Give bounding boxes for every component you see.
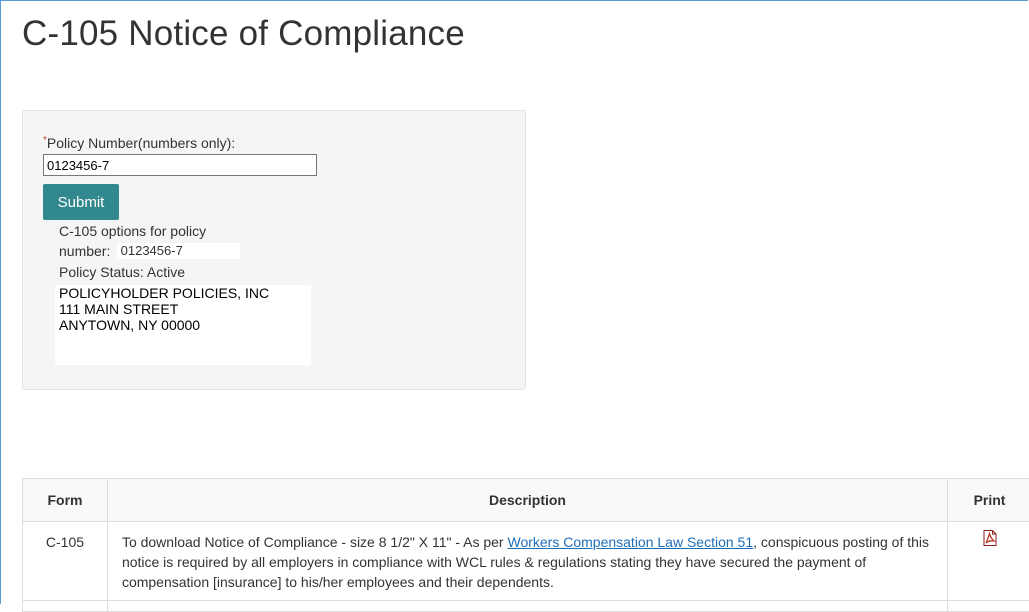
policy-number-text: 0123456-7 [121,243,183,258]
table-header-row: Form Description Print [23,479,1029,522]
empty-cell [948,601,1029,612]
submit-button[interactable]: Submit [43,184,119,220]
address-line: 111 MAIN STREET [59,301,311,317]
column-header-description: Description [107,479,947,522]
wcl-section-51-link[interactable]: Workers Compensation Law Section 51 [507,534,753,550]
table-row [23,601,1029,612]
options-line-1: C-105 options for policy [59,221,206,241]
description-text-before: To download Notice of Compliance - size … [122,534,508,550]
policyholder-address: POLICYHOLDER POLICIES, INC 111 MAIN STRE… [55,285,311,365]
policy-number-value: 0123456-7 [117,243,240,259]
page-title: C-105 Notice of Compliance [22,14,465,54]
policy-status: Policy Status: Active [59,264,185,280]
address-line: POLICYHOLDER POLICIES, INC [59,285,311,301]
address-line: ANYTOWN, NY 00000 [59,317,311,333]
options-number-prefix: number: [59,243,110,259]
empty-cell [23,601,108,612]
table-row: C-105 To download Notice of Compliance -… [23,522,1029,601]
print-cell [948,522,1029,601]
pdf-icon[interactable] [983,530,997,546]
policy-number-label: *Policy Number(numbers only): [43,135,235,151]
column-header-print: Print [948,479,1029,522]
policy-number-label-text: Policy Number(numbers only): [47,135,235,151]
empty-cell [107,601,947,612]
policy-number-input[interactable] [43,154,317,176]
policy-lookup-panel: *Policy Number(numbers only): Submit C-1… [22,110,526,390]
column-header-form: Form [23,479,108,522]
forms-table: Form Description Print C-105 To download… [22,478,1029,612]
description-cell: To download Notice of Compliance - size … [107,522,947,601]
form-cell: C-105 [23,522,108,601]
